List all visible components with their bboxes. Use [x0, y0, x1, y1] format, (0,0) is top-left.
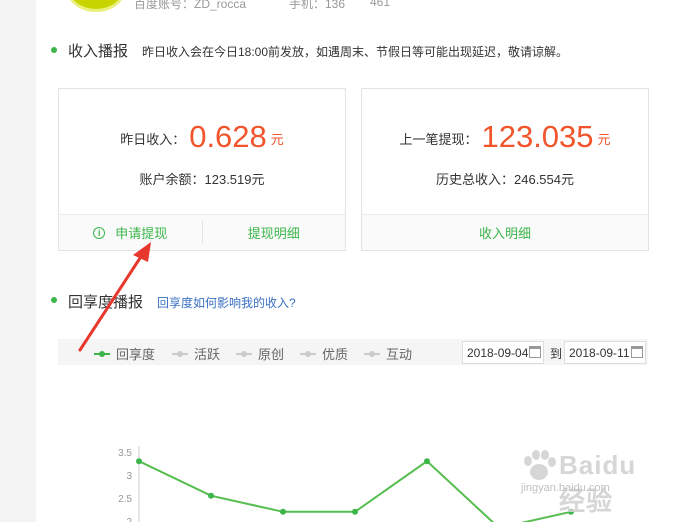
last-withdraw-unit: 元: [597, 132, 611, 147]
info-icon: i: [93, 226, 106, 239]
last-withdraw-card: 上一笔提现： 123.035 元 历史总收入：246.554元 收入明细: [361, 88, 649, 251]
yesterday-income-label: 昨日收入：: [120, 132, 186, 147]
date-to-input[interactable]: 2018-09-11: [564, 341, 646, 364]
last-withdraw-value: 123.035: [481, 119, 594, 154]
withdraw-detail-button[interactable]: 提现明细: [203, 215, 346, 250]
legend-huixiang[interactable]: 回享度: [94, 344, 155, 363]
section-bullet: [51, 47, 57, 53]
total-income: 历史总收入：246.554元: [436, 172, 574, 187]
huixiang-section-title: 回享度播报: [68, 294, 144, 311]
last-withdraw-label: 上一笔提现：: [399, 132, 478, 147]
legend-quality[interactable]: 优质: [300, 344, 348, 363]
section-bullet: [51, 297, 57, 303]
huixiang-help-link[interactable]: 回享度如何影响我的收入?: [157, 294, 296, 311]
calendar-icon[interactable]: [631, 346, 643, 358]
account-stat-count: 461: [370, 0, 391, 9]
income-detail-button[interactable]: 收入明细: [362, 215, 648, 250]
legend-marker-icon: [364, 349, 380, 359]
legend-original[interactable]: 原创: [236, 344, 284, 363]
calendar-icon[interactable]: [529, 346, 541, 358]
watermark-url: jingyan.baidu.com: [521, 482, 610, 494]
apply-withdraw-button[interactable]: i 申请提现: [59, 215, 202, 250]
content-panel: [36, 0, 674, 522]
yesterday-income-card: 昨日收入： 0.628 元 账户余额：123.519元 i 申请提现 提现明细: [58, 88, 346, 251]
account-balance: 账户余额：123.519元: [139, 172, 265, 187]
yesterday-income-unit: 元: [270, 132, 284, 147]
income-section-title: 收入播报: [68, 43, 129, 60]
date-range-to-label: 到: [550, 347, 563, 361]
legend-interaction[interactable]: 互动: [364, 344, 412, 363]
account-stat: 手机：136: [289, 0, 346, 11]
legend-marker-icon: [172, 349, 188, 359]
legend-active[interactable]: 活跃: [172, 344, 220, 363]
yesterday-income-value: 0.628: [189, 119, 267, 154]
income-notice: 昨日收入会在今日18:00前发放，如遇周末、节假日等可能出现延迟，敬请谅解。: [142, 45, 569, 59]
paw-logo-icon: [524, 450, 556, 480]
account-name: 百度账号：ZD_rocca: [134, 0, 247, 11]
legend-marker-icon: [94, 349, 110, 359]
baidu-jingyan-watermark: Baidu经验 jingyan.baidu.com: [517, 446, 647, 516]
legend-marker-icon: [236, 349, 252, 359]
legend-marker-icon: [300, 349, 316, 359]
date-from-input[interactable]: 2018-09-04: [462, 341, 544, 364]
